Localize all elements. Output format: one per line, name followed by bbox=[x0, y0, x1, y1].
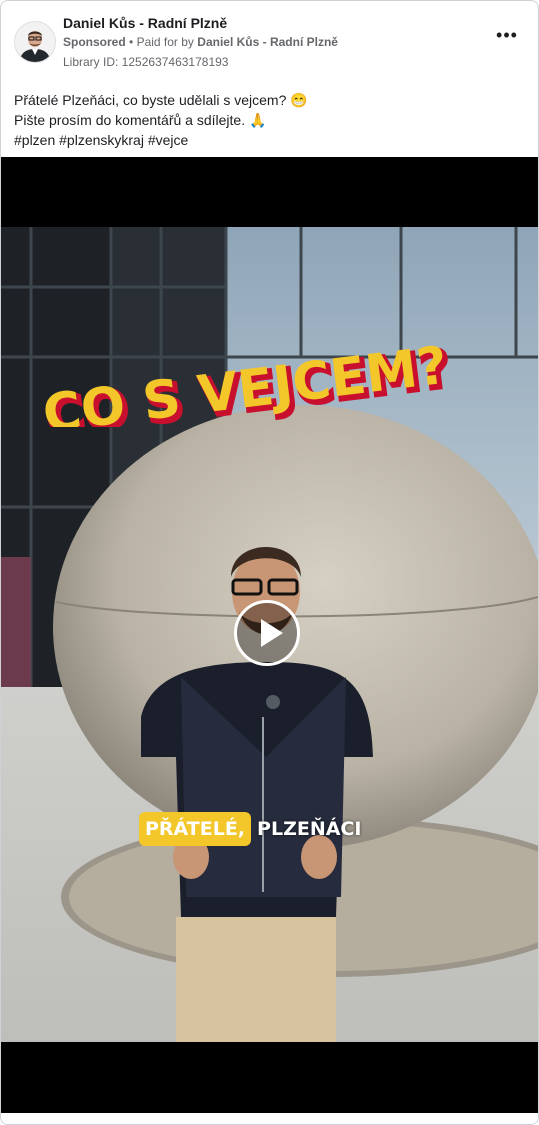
sponsored-label: Sponsored bbox=[63, 35, 126, 49]
title-overlay-text: CO S VEJCEM? bbox=[40, 337, 451, 427]
caption-hashtags[interactable]: #plzen #plzenskykraj #vejce bbox=[14, 130, 524, 150]
avatar-image bbox=[15, 22, 55, 62]
video-title-overlay: CO S VEJCEM? CO S VEJCEM? bbox=[40, 337, 456, 427]
page-name[interactable]: Daniel Kůs - Radní Plzně bbox=[63, 15, 227, 31]
ad-card: Daniel Kůs - Radní Plzně Sponsored • Pai… bbox=[0, 0, 539, 1125]
subtitle-rest: PLZEŇÁCI bbox=[257, 818, 362, 840]
subtitle-highlight: PŘÁTELÉ, bbox=[139, 812, 252, 846]
library-id: Library ID: 1252637463178193 bbox=[63, 55, 229, 69]
more-options-icon[interactable]: ••• bbox=[495, 26, 519, 51]
caption-line: Pište prosím do komentářů a sdílejte. 🙏 bbox=[14, 112, 267, 128]
ad-header: Daniel Kůs - Radní Plzně Sponsored • Pai… bbox=[1, 1, 538, 81]
play-icon[interactable] bbox=[234, 600, 300, 666]
card-footer bbox=[1, 1113, 538, 1124]
caption-line: Přátelé Plzeňáci, co byste udělali s vej… bbox=[14, 92, 308, 108]
ad-caption: Přátelé Plzeňáci, co byste udělali s vej… bbox=[14, 90, 524, 150]
avatar[interactable] bbox=[14, 21, 56, 63]
sponsored-line: Sponsored • Paid for by Daniel Kůs - Rad… bbox=[63, 35, 338, 49]
paid-for-prefix: Paid for by bbox=[136, 35, 194, 49]
separator-dot: • bbox=[129, 35, 137, 49]
paid-for-name[interactable]: Daniel Kůs - Radní Plzně bbox=[197, 35, 338, 49]
video-player[interactable]: CO S VEJCEM? CO S VEJCEM? PŘÁTELÉ, PLZEŇÁ… bbox=[1, 157, 538, 1113]
video-subtitle-overlay: PŘÁTELÉ, PLZEŇÁCI bbox=[139, 812, 361, 848]
